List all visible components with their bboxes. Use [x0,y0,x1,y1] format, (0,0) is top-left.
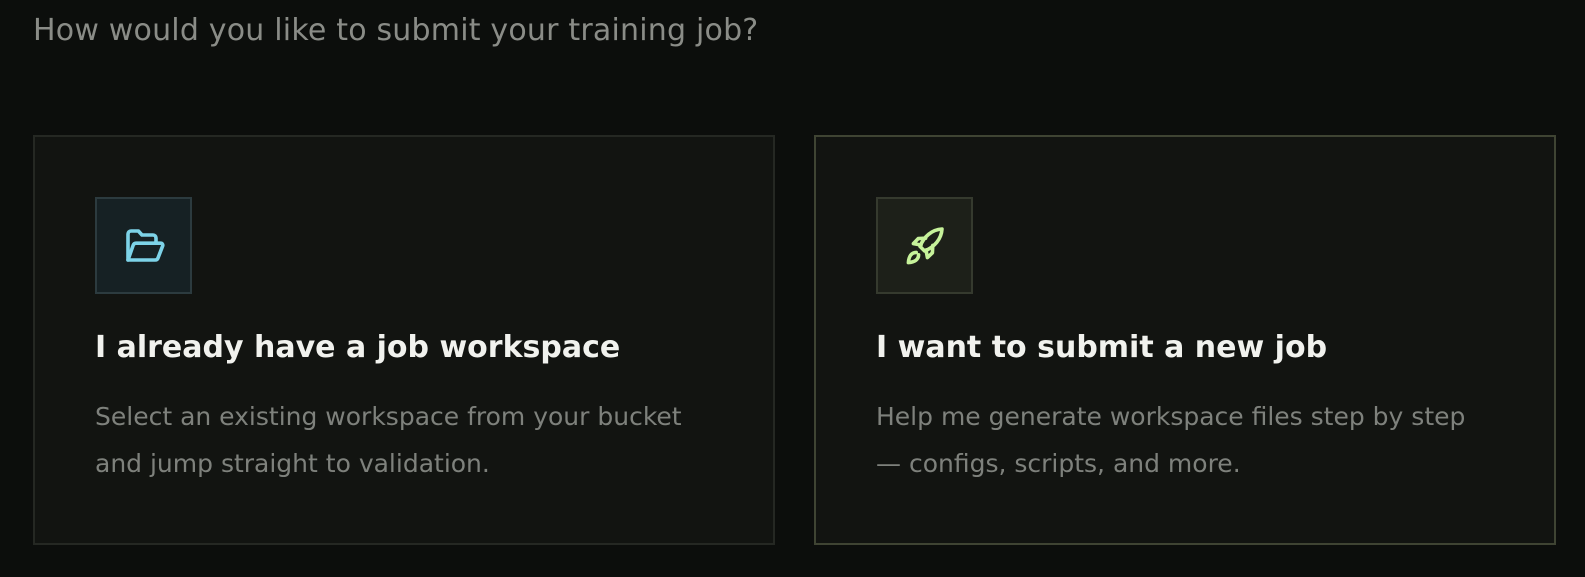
rocket-icon-box [876,197,973,294]
option-title: I want to submit a new job [876,330,1328,365]
folder-open-icon [125,228,165,262]
folder-icon-box [95,197,192,294]
option-cards: I already have a job workspace Select an… [33,135,1557,545]
option-description: Help me generate workspace files step by… [876,402,1466,478]
submit-method-page: How would you like to submit your traini… [0,0,1585,577]
rocket-icon [906,226,944,264]
new-job-option[interactable]: I want to submit a new job Help me gener… [814,135,1556,545]
question-heading: How would you like to submit your traini… [33,13,759,48]
option-title: I already have a job workspace [95,330,621,365]
existing-workspace-option[interactable]: I already have a job workspace Select an… [33,135,775,545]
option-description: Select an existing workspace from your b… [95,402,682,478]
